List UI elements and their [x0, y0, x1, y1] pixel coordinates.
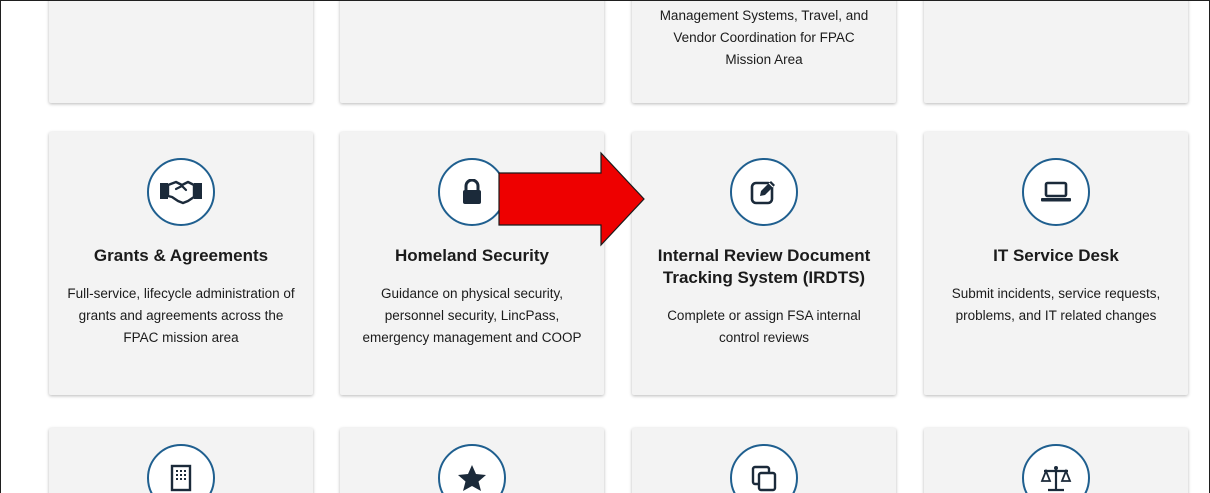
- laptop-icon: [1022, 158, 1090, 226]
- lock-icon: [438, 158, 506, 226]
- card-description: Full-service, lifecycle administration o…: [67, 286, 295, 345]
- page-frame: Management Systems, Travel, and Vendor C…: [0, 0, 1210, 493]
- scales-icon: [1022, 444, 1090, 493]
- service-card-top-2[interactable]: [340, 1, 604, 103]
- star-icon: [438, 444, 506, 493]
- card-title: Homeland Security: [395, 246, 549, 265]
- card-description: Complete or assign FSA internal control …: [667, 308, 861, 345]
- card-title: Grants & Agreements: [93, 246, 269, 265]
- service-card-irdts[interactable]: Internal Review Document Tracking System…: [632, 132, 896, 395]
- service-card-top-4[interactable]: [924, 1, 1188, 103]
- copy-icon: [730, 444, 798, 493]
- service-card-top-3[interactable]: Management Systems, Travel, and Vendor C…: [632, 1, 896, 103]
- card-description: Guidance on physical security, personnel…: [362, 286, 582, 345]
- service-card-bottom-4[interactable]: [924, 428, 1188, 493]
- service-card-bottom-1[interactable]: [49, 428, 313, 493]
- service-card-grants-agreements[interactable]: Grants & Agreements Full-service, lifecy…: [49, 132, 313, 395]
- handshake-icon: [147, 158, 215, 226]
- card-title: Internal Review Document Tracking System…: [657, 246, 871, 287]
- card-description: Submit incidents, service requests, prob…: [951, 286, 1161, 323]
- red-arrow-annotation: [498, 151, 645, 247]
- building-icon: [147, 444, 215, 493]
- service-card-it-service-desk[interactable]: IT Service Desk Submit incidents, servic…: [924, 132, 1188, 395]
- service-card-top-1[interactable]: [49, 1, 313, 103]
- edit-icon: [730, 158, 798, 226]
- service-card-bottom-3[interactable]: [632, 428, 896, 493]
- card-title: IT Service Desk: [993, 246, 1119, 265]
- card-description: Management Systems, Travel, and Vendor C…: [659, 8, 869, 67]
- service-card-bottom-2[interactable]: [340, 428, 604, 493]
